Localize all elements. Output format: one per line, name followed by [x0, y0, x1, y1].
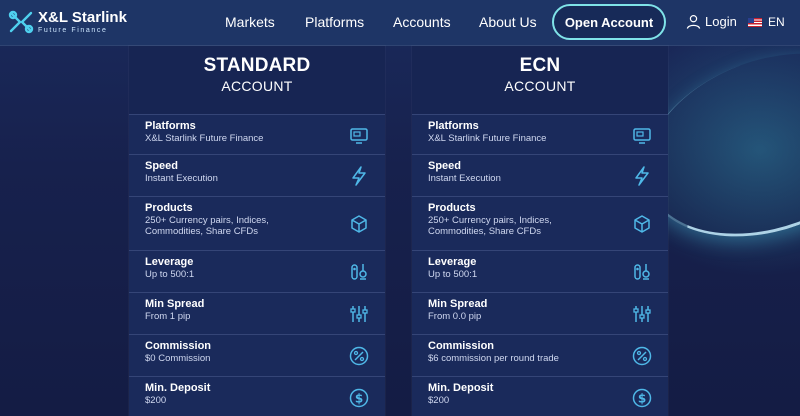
svg-text:$: $ — [638, 392, 646, 406]
feature-row-speed: Speed Instant Execution — [412, 154, 668, 196]
sliders-icon — [632, 304, 652, 324]
monitor-icon — [632, 125, 652, 145]
card-title: STANDARD — [203, 55, 311, 76]
login-label: Login — [705, 14, 737, 29]
feature-row-leverage: Leverage Up to 500:1 — [129, 250, 385, 292]
percent-icon — [632, 346, 652, 366]
top-navbar: X&L Starlink Future Finance Markets Plat… — [0, 0, 800, 46]
sliders-icon — [349, 304, 369, 324]
feature-row-min-deposit: Min. Deposit $200 $ — [129, 376, 385, 416]
standard-account-card: STANDARD ACCOUNT Platforms X&L Starlink F… — [129, 46, 385, 416]
language-selector[interactable]: EN — [748, 15, 785, 29]
brand-subtitle: Future Finance — [38, 27, 108, 34]
language-label: EN — [768, 15, 785, 29]
feature-row-speed: Speed Instant Execution — [129, 154, 385, 196]
feature-row-products: Products 250+ Currency pairs, Indices, Co… — [129, 196, 385, 250]
open-account-button[interactable]: Open Account — [552, 4, 666, 40]
brand-logo[interactable]: X&L Starlink Future Finance — [6, 7, 127, 37]
card-title: ECN — [519, 55, 561, 76]
feature-label: Products — [428, 202, 476, 214]
login-link[interactable]: Login — [686, 14, 737, 29]
us-flag-icon — [748, 17, 762, 27]
user-icon — [686, 14, 701, 29]
dollar-icon: $ — [349, 388, 369, 408]
pulley-icon — [632, 262, 652, 282]
feature-row-platforms: Platforms X&L Starlink Future Finance — [412, 114, 668, 154]
nav-markets[interactable]: Markets — [225, 14, 275, 30]
nav-platforms[interactable]: Platforms — [305, 14, 364, 30]
logo-icon — [8, 10, 34, 34]
ecn-account-card: ECN ACCOUNT Platforms X&L Starlink Future… — [412, 46, 668, 416]
monitor-icon — [349, 125, 369, 145]
nav-accounts[interactable]: Accounts — [393, 14, 451, 30]
feature-label: Products — [145, 202, 193, 214]
brand-title: X&L Starlink — [38, 9, 127, 26]
feature-row-platforms: Platforms X&L Starlink Future Finance — [129, 114, 385, 154]
lightning-icon — [349, 166, 369, 186]
card-subtitle: ACCOUNT — [504, 78, 576, 94]
card-subtitle: ACCOUNT — [221, 78, 293, 94]
cube-icon — [632, 214, 652, 234]
feature-row-commission: Commission $0 Commission — [129, 334, 385, 376]
feature-row-min-spread: Min Spread From 0.0 pip — [412, 292, 668, 334]
svg-text:$: $ — [355, 392, 363, 406]
percent-icon — [349, 346, 369, 366]
feature-row-min-spread: Min Spread From 1 pip — [129, 292, 385, 334]
feature-list: Platforms X&L Starlink Future Finance Spee… — [412, 114, 668, 416]
feature-list: Platforms X&L Starlink Future Finance Spee… — [129, 114, 385, 416]
feature-row-commission: Commission $6 commission per round trade — [412, 334, 668, 376]
feature-row-leverage: Leverage Up to 500:1 — [412, 250, 668, 292]
feature-row-products: Products 250+ Currency pairs, Indices, Co… — [412, 196, 668, 250]
nav-about-us[interactable]: About Us — [479, 14, 537, 30]
lightning-icon — [632, 166, 652, 186]
cube-icon — [349, 214, 369, 234]
dollar-icon: $ — [632, 388, 652, 408]
pulley-icon — [349, 262, 369, 282]
feature-row-min-deposit: Min. Deposit $200 $ — [412, 376, 668, 416]
